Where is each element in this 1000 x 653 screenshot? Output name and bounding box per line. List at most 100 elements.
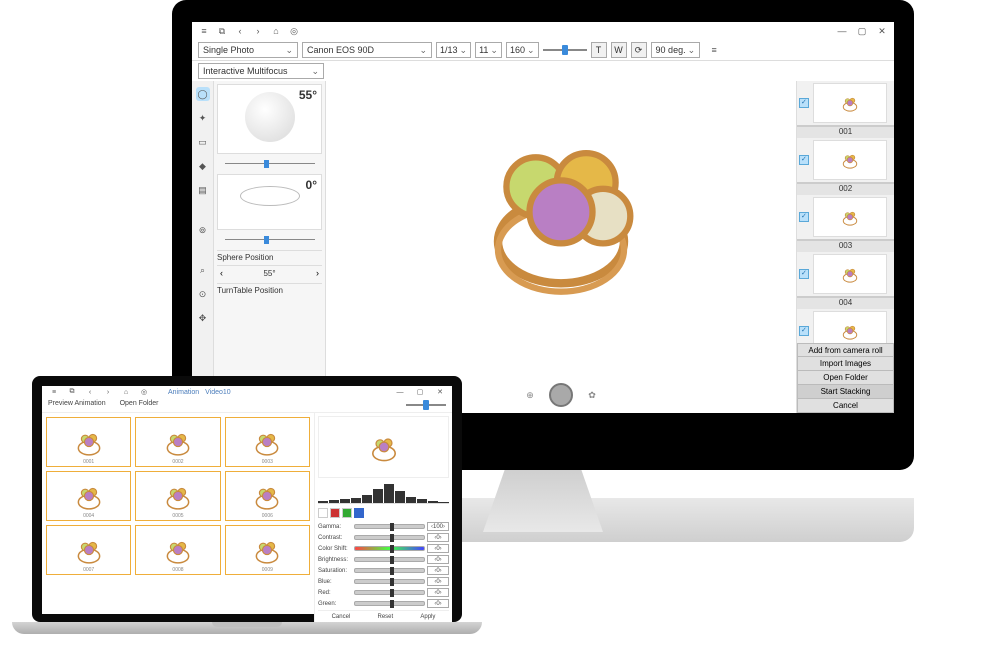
iso-box[interactable]: 160⌄ <box>506 42 539 58</box>
checkbox[interactable] <box>799 269 809 279</box>
thumb-label: 001 <box>797 126 894 138</box>
copy-icon[interactable]: ⧉ <box>66 386 78 398</box>
frame-cell[interactable]: 0006 <box>225 471 310 521</box>
back-icon[interactable]: ‹ <box>234 25 246 37</box>
open-folder-button[interactable]: Open Folder <box>797 371 894 385</box>
move-tool-icon[interactable]: ✥ <box>196 311 210 325</box>
light-angle-box[interactable]: 55° <box>217 84 322 154</box>
rotate-button[interactable]: ⟳ <box>631 42 647 58</box>
maximize-icon[interactable]: ▢ <box>856 25 868 37</box>
frame-cell[interactable]: 0002 <box>135 417 220 467</box>
preview-animation-tab[interactable]: Preview Animation <box>48 400 106 410</box>
cancel-button[interactable]: Cancel <box>332 614 351 620</box>
layers-tool-icon[interactable]: ▤ <box>196 183 210 197</box>
reset-button[interactable]: Reset <box>377 614 393 620</box>
forward-icon[interactable]: › <box>102 386 114 398</box>
aperture-box[interactable]: 11⌄ <box>475 42 502 58</box>
thumb-item[interactable]: 003 <box>797 195 894 252</box>
close-icon[interactable]: ✕ <box>876 25 888 37</box>
frame-cell[interactable]: 0003 <box>225 417 310 467</box>
checkbox[interactable] <box>799 98 809 108</box>
saturation-slider[interactable]: Saturation:‹0› <box>318 566 449 575</box>
frame-cell[interactable]: 0004 <box>46 471 131 521</box>
brightness-slider[interactable]: Brightness:‹0› <box>318 555 449 564</box>
crumb-animation[interactable]: Animation <box>168 389 199 396</box>
sphere-inc[interactable]: › <box>316 268 319 278</box>
import-images-button[interactable]: Import Images <box>797 357 894 371</box>
camera-dropdown[interactable]: Canon EOS 90D ⌄ <box>302 42 432 58</box>
start-stacking-button[interactable]: Start Stacking <box>797 385 894 399</box>
mode-dropdown[interactable]: Single Photo ⌄ <box>198 42 298 58</box>
multifocus-label: Interactive Multifocus <box>203 66 288 76</box>
checkbox[interactable] <box>799 326 809 336</box>
minimize-icon[interactable]: — <box>836 25 848 37</box>
target-tool-icon[interactable]: ⊚ <box>196 223 210 237</box>
channel-tabs[interactable] <box>318 508 449 518</box>
shutter-box[interactable]: 1/13⌄ <box>436 42 471 58</box>
zoom-slider[interactable] <box>406 400 446 410</box>
light-angle-value: 55° <box>299 88 317 102</box>
thumb-item[interactable]: 004 <box>797 252 894 309</box>
w-button[interactable]: W <box>611 42 627 58</box>
snap-icon[interactable]: ✿ <box>583 386 601 404</box>
sphere-tool-icon[interactable]: ◯ <box>196 87 210 101</box>
frame-cell[interactable]: 0009 <box>225 525 310 575</box>
contrast-slider[interactable]: Contrast:‹0› <box>318 533 449 542</box>
thumb-label: 004 <box>797 297 894 309</box>
thumb-item[interactable]: 002 <box>797 138 894 195</box>
chevron-down-icon: ⌄ <box>311 66 319 77</box>
frame-cell[interactable]: 0007 <box>46 525 131 575</box>
blue-slider[interactable]: Blue:‹0› <box>318 577 449 586</box>
turn-slider[interactable] <box>225 236 315 244</box>
more-icon[interactable]: ≡ <box>708 44 720 56</box>
frame-cell[interactable]: 0005 <box>135 471 220 521</box>
frame-cell[interactable]: 0008 <box>135 525 220 575</box>
shutter-button[interactable] <box>549 383 573 407</box>
sphere-spinner[interactable]: ‹ 55° › <box>217 265 322 280</box>
sphere-dec[interactable]: ‹ <box>220 268 223 278</box>
thumb-item[interactable]: 001 <box>797 81 894 138</box>
shape-tool-icon[interactable]: ◆ <box>196 159 210 173</box>
menu-icon[interactable]: ≡ <box>48 386 60 398</box>
crumb-video[interactable]: Video10 <box>205 389 231 396</box>
copy-icon[interactable]: ⧉ <box>216 25 228 37</box>
apply-button[interactable]: Apply <box>420 614 435 620</box>
back-icon[interactable]: ‹ <box>84 386 96 398</box>
gamma-slider[interactable]: Gamma:‹100› <box>318 522 449 531</box>
light-slider[interactable] <box>225 160 315 168</box>
preview-area: ⊕ ✿ <box>326 81 796 413</box>
home-icon[interactable]: ⌂ <box>120 386 132 398</box>
close-icon[interactable]: ✕ <box>434 386 446 398</box>
camera-label: Canon EOS 90D <box>307 45 374 55</box>
home-icon[interactable]: ⌂ <box>270 25 282 37</box>
adjust-preview <box>318 416 449 478</box>
minimize-icon[interactable]: — <box>394 386 406 398</box>
forward-icon[interactable]: › <box>252 25 264 37</box>
zoom-tool-icon[interactable]: ⌕ <box>196 263 210 277</box>
multifocus-dropdown[interactable]: Interactive Multifocus ⌄ <box>198 63 324 79</box>
exposure-slider[interactable] <box>543 45 587 55</box>
color-shift-slider[interactable]: Color Shift:‹0› <box>318 544 449 553</box>
thumb-label: 003 <box>797 240 894 252</box>
add-from-roll-button[interactable]: Add from camera roll <box>797 343 894 357</box>
focus-icon[interactable]: ⊕ <box>521 386 539 404</box>
frame-tool-icon[interactable]: ▭ <box>196 135 210 149</box>
open-folder-tab[interactable]: Open Folder <box>120 400 159 410</box>
checkbox[interactable] <box>799 155 809 165</box>
cancel-button[interactable]: Cancel <box>797 399 894 413</box>
green-slider[interactable]: Green:‹0› <box>318 599 449 608</box>
rotation-dropdown[interactable]: 90 deg. ⌄ <box>651 42 701 58</box>
t-button[interactable]: T <box>591 42 607 58</box>
sphere-position-label: Sphere Position <box>217 250 322 262</box>
checkbox[interactable] <box>799 212 809 222</box>
red-slider[interactable]: Red:‹0› <box>318 588 449 597</box>
camera-icon[interactable]: ◎ <box>288 25 300 37</box>
turntable-box[interactable]: 0° <box>217 174 322 230</box>
frame-cell[interactable]: 0001 <box>46 417 131 467</box>
search-tool-icon[interactable]: ⊙ <box>196 287 210 301</box>
maximize-icon[interactable]: ▢ <box>414 386 426 398</box>
thumb-item[interactable] <box>797 309 894 343</box>
camera-icon[interactable]: ◎ <box>138 386 150 398</box>
menu-icon[interactable]: ≡ <box>198 25 210 37</box>
light-tool-icon[interactable]: ✦ <box>196 111 210 125</box>
